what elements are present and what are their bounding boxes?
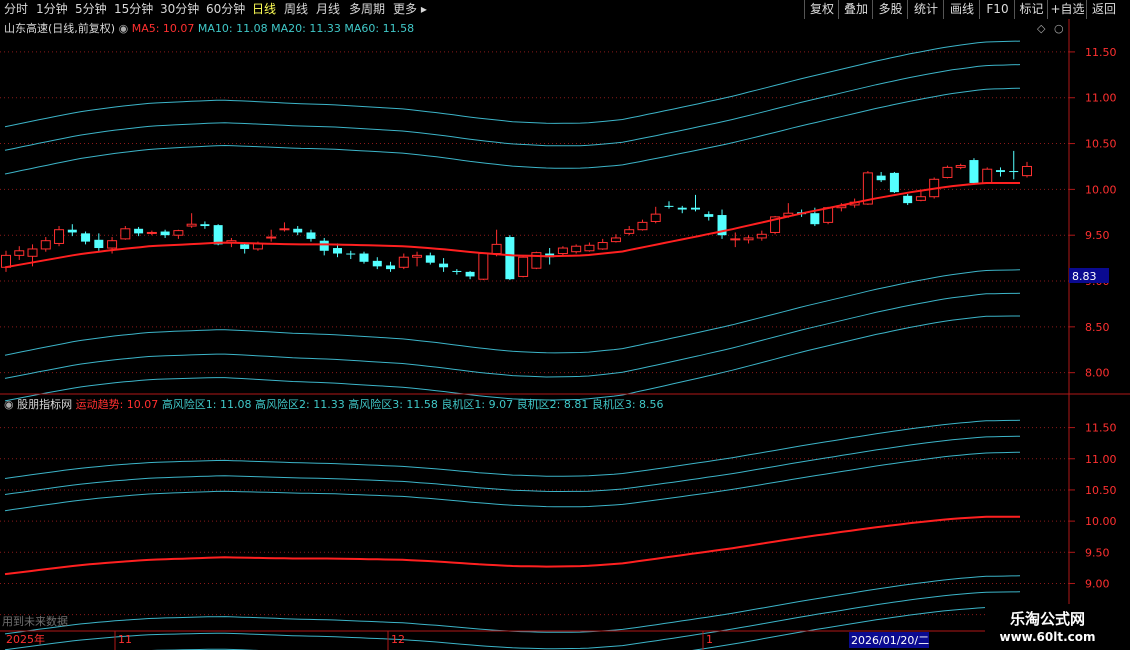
current-price-tag: 8.83 [1069,268,1109,283]
candle [518,255,529,278]
main-tick-label: 11.00 [1085,92,1117,105]
stock-title-bar: 山东高速(日线,前复权) ◉ MA5: 10.07 MA10: 11.08 MA… [4,22,414,36]
date-label-nov: 11 [118,633,132,646]
circle-icon[interactable]: ○ [1054,22,1064,36]
candle [942,165,953,179]
candle [557,246,568,256]
kline-chart[interactable]: 11.50 11.00 10.50 10.00 9.50 9.00 8.50 8.00 11.… [0,19,1130,650]
indicator-toggle-icon[interactable]: ◉ [4,398,14,411]
period-toolbar: 分时 1分钟 5分钟 15分钟 30分钟 60分钟 日线 周线 月线 多周期 更… [0,0,1130,20]
more-menu-button[interactable]: 更多 ▸ [393,1,427,17]
indicator-title-bar: ◉ 股朋指标网 运动趋势: 10.07 高风险区1: 11.08 高风险区2: … [4,398,664,412]
opportunity-2-label: 良机区2: 8.81 [516,398,589,411]
period-tab-5min[interactable]: 5分钟 [75,1,107,17]
f10-button[interactable]: F10 [979,0,1015,19]
high-risk-3-label: 高风险区3: 11.58 [348,398,438,411]
candle [889,171,899,194]
settings-toggle-icon[interactable]: ◉ [119,22,129,35]
period-tab-daily[interactable]: 日线 [252,1,276,17]
indicator-tick-label: 10.50 [1085,484,1117,497]
high-risk-1-label: 高风险区1: 11.08 [161,398,252,411]
indicator-title: 股朋指标网 [17,398,73,411]
trend-label: 运动趋势: 10.07 [75,398,159,411]
overlay-button[interactable]: 叠加 [838,0,873,19]
main-tick-label: 10.50 [1085,138,1117,151]
candle [505,235,515,281]
main-tick-label: 11.50 [1085,46,1117,59]
period-tab-30min[interactable]: 30分钟 [160,1,199,17]
main-tick-label: 8.50 [1085,321,1110,334]
add-watchlist-button[interactable]: +自选 [1047,0,1087,19]
watermark-url: www.60lt.com [999,630,1096,644]
future-data-note: 用到未来数据 [2,615,68,628]
period-tab-timeshare[interactable]: 分时 [4,1,28,17]
period-tab-multi[interactable]: 多周期 [349,1,385,17]
opportunity-1-label: 良机区1: 9.07 [441,398,514,411]
site-watermark: 乐淘公式网 www.60lt.com [985,604,1130,650]
date-label-2025: 2025年 [6,632,45,646]
period-tab-15min[interactable]: 15分钟 [114,1,153,17]
candle [982,167,993,184]
chevron-right-icon: ▸ [420,2,427,16]
ma5-label: MA5: 10.07 [131,22,195,35]
draw-line-button[interactable]: 画线 [943,0,980,19]
multi-stock-button[interactable]: 多股 [872,0,908,19]
statistics-button[interactable]: 统计 [907,0,944,19]
stock-title: 山东高速(日线,前复权) [4,22,116,35]
candle [571,244,582,254]
indicator-tick-label: 11.00 [1085,453,1117,466]
period-tab-monthly[interactable]: 月线 [316,1,340,17]
main-tick-label: 8.00 [1085,367,1110,380]
ma20-label: MA20: 11.33 [271,22,341,35]
candle [478,252,489,281]
price-tag-text: 8.83 [1072,270,1097,283]
date-label-dec: 12 [391,633,405,646]
cursor-date: 2026/01/20/二 [851,634,929,647]
period-tab-60min[interactable]: 60分钟 [206,1,245,17]
ma60-label: MA60: 11.58 [344,22,415,35]
period-tab-weekly[interactable]: 周线 [284,1,308,17]
indicator-tick-label: 11.50 [1085,422,1117,435]
high-risk-2-label: 高风险区2: 11.33 [255,398,345,411]
more-label: 更多 [393,2,418,16]
indicator-tick-label: 9.00 [1085,577,1110,590]
candle [531,251,542,270]
watermark-title: 乐淘公式网 [1009,610,1085,628]
adjust-button[interactable]: 复权 [804,0,839,19]
mark-button[interactable]: 标记 [1014,0,1048,19]
candle [969,158,979,185]
date-label-jan: 1 [706,633,713,646]
main-tick-label: 9.50 [1085,229,1110,242]
diamond-icon[interactable]: ◇ [1037,22,1045,36]
indicator-tick-label: 10.00 [1085,515,1117,528]
period-tab-1min[interactable]: 1分钟 [36,1,68,17]
opportunity-3-label: 良机区3: 8.56 [591,398,664,411]
main-tick-label: 10.00 [1085,183,1117,196]
ma10-label: MA10: 11.08 [197,22,268,35]
back-button[interactable]: 返回 [1086,0,1121,19]
indicator-tick-label: 9.50 [1085,546,1110,559]
